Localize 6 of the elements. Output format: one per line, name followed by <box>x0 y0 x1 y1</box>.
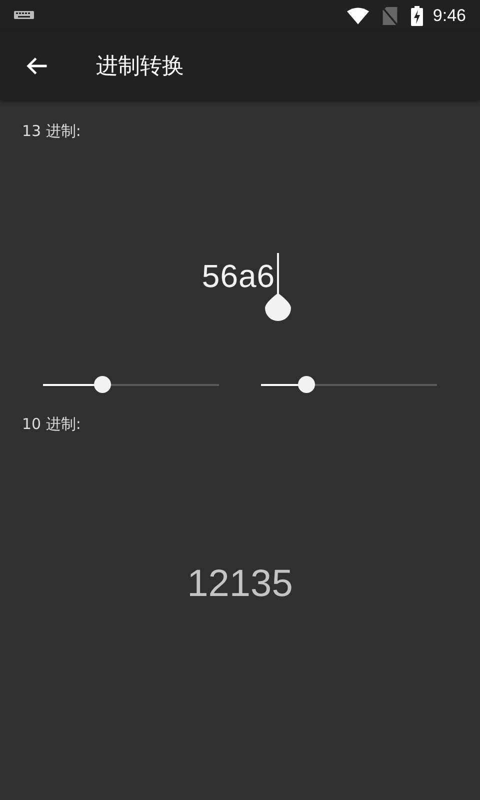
screen-title: 进制转换 <box>96 53 184 81</box>
input-base-label: 13 进制: <box>22 122 81 141</box>
output-base-label: 10 进制: <box>22 415 81 434</box>
number-input-field[interactable]: 56a6 <box>202 251 276 301</box>
result-value: 12135 <box>187 562 293 606</box>
clock-time: 9:46 <box>432 6 466 26</box>
